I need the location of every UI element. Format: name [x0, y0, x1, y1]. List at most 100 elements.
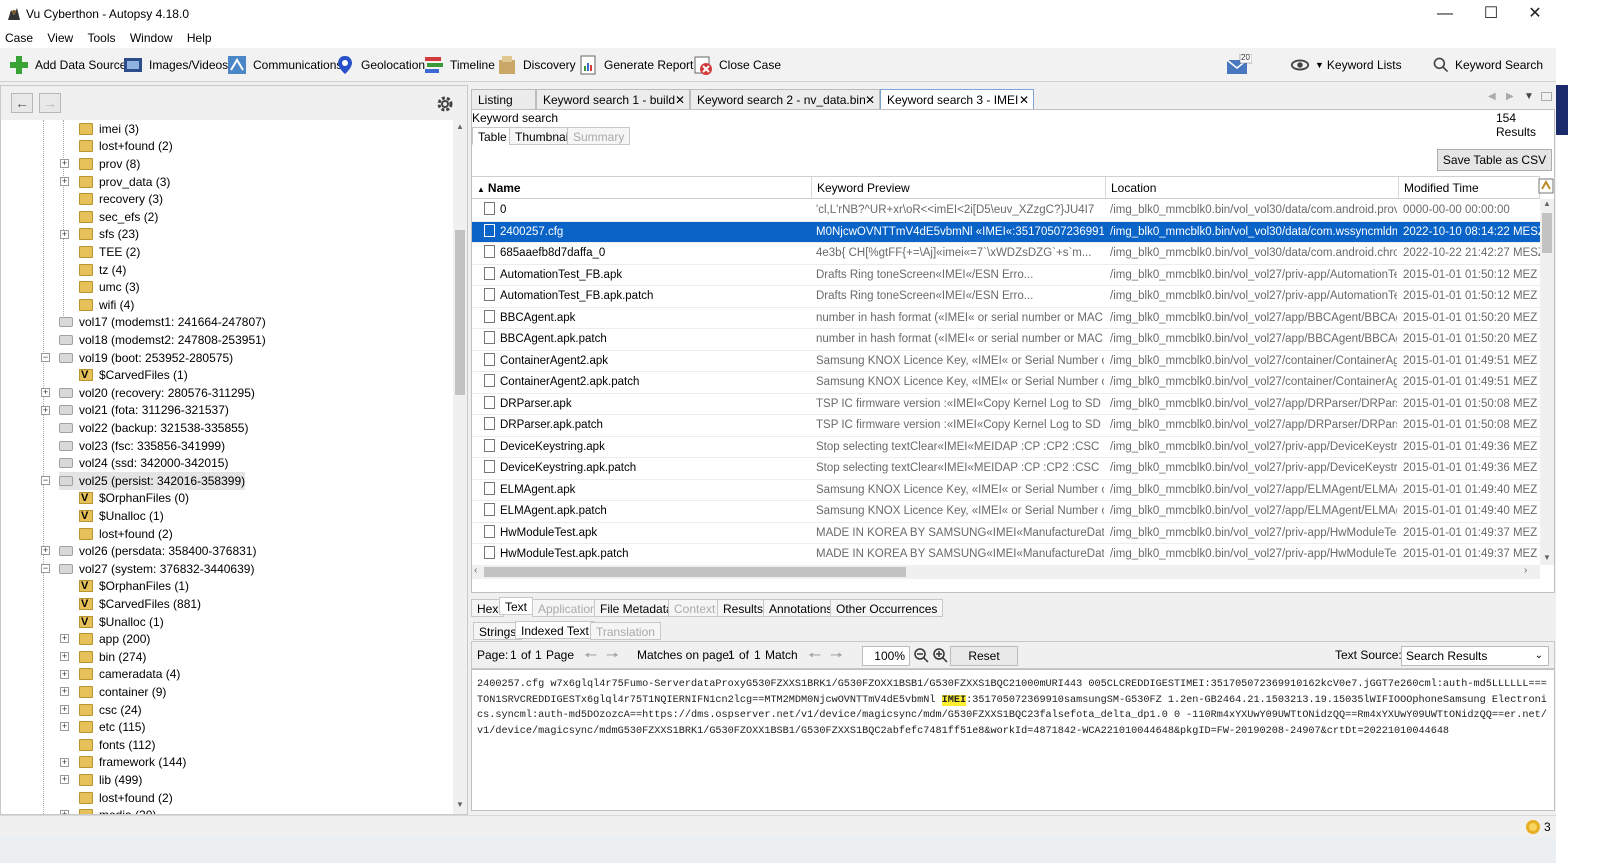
tree-node[interactable]: wifi (4): [79, 296, 134, 314]
table-row[interactable]: ContainerAgent2.apk.patch Samsung KNOX Li…: [472, 372, 1540, 394]
expand-icon[interactable]: +: [41, 405, 50, 415]
collapse-icon[interactable]: −: [41, 352, 50, 362]
expand-icon[interactable]: +: [60, 757, 69, 767]
tree-node[interactable]: recovery (3): [79, 190, 163, 208]
viewer-tab-other-occurrences[interactable]: Other Occurrences: [830, 599, 944, 617]
expand-icon[interactable]: +: [41, 546, 50, 556]
tree-node[interactable]: container (9): [79, 683, 166, 701]
menu-help[interactable]: Help: [182, 28, 218, 45]
images-videos-button[interactable]: Images/Videos: [122, 48, 228, 82]
expand-icon[interactable]: +: [41, 388, 50, 397]
column-keyword-preview[interactable]: Keyword Preview: [812, 177, 1106, 199]
close-tab-icon[interactable]: ✕: [865, 93, 875, 107]
zoom-field[interactable]: 100%: [862, 646, 910, 666]
prev-match-icon[interactable]: 🠔: [808, 645, 821, 670]
table-row[interactable]: AutomationTest_FB.apk.patch Drafts Ring t…: [472, 286, 1540, 308]
tree-node[interactable]: TEE (2): [79, 243, 140, 261]
zoom-in-icon[interactable]: [932, 647, 948, 663]
tree-node[interactable]: prov (8): [79, 155, 140, 173]
table-row[interactable]: DRParser.apk TSP IC firmware version :«IM…: [472, 394, 1540, 415]
tree-node[interactable]: media (20): [79, 806, 156, 814]
close-tab-icon[interactable]: ✕: [1019, 93, 1029, 107]
expand-icon[interactable]: +: [60, 669, 69, 679]
table-row[interactable]: ELMAgent.apk.patch Samsung KNOX Licence K…: [472, 501, 1540, 523]
tree-node[interactable]: $Unalloc (1): [79, 507, 164, 525]
horizontal-scroll-thumb[interactable]: [484, 567, 906, 577]
minimize-button[interactable]: —: [1422, 0, 1468, 28]
menu-case[interactable]: Case: [0, 28, 39, 45]
expand-icon[interactable]: +: [60, 634, 69, 644]
tree-node[interactable]: vol23 (fsc: 335856-341999): [59, 437, 225, 455]
scroll-down-icon[interactable]: ▼: [456, 800, 464, 809]
menu-tools[interactable]: Tools: [83, 28, 122, 45]
table-horizontal-scrollbar[interactable]: ‹ ›: [472, 565, 1540, 579]
tab-listing[interactable]: Listing: [471, 89, 536, 109]
tree-node[interactable]: $CarvedFiles (881): [79, 595, 201, 613]
table-row[interactable]: BBCAgent.apk.patch number in hash format …: [472, 329, 1540, 351]
tree-node[interactable]: fonts (112): [79, 736, 155, 754]
next-match-icon[interactable]: 🠖: [830, 645, 843, 670]
table-row[interactable]: 685aaefb8d7daffa_0 4e3b{ CH[%gtFF{+=\Aj]«…: [472, 243, 1540, 265]
close-case-button[interactable]: Close Case: [692, 48, 781, 82]
tree-node[interactable]: vol22 (backup: 321538-335855): [59, 419, 248, 437]
viewer-tab-annotations[interactable]: Annotations: [763, 599, 839, 617]
geolocation-button[interactable]: Geolocation: [334, 48, 425, 82]
tree-node[interactable]: vol19 (boot: 253952-280575): [59, 349, 233, 367]
tab-keyword-search-1[interactable]: Keyword search 1 - build ✕: [536, 89, 690, 109]
maximize-button[interactable]: ☐: [1468, 0, 1514, 28]
tree-node[interactable]: app (200): [79, 630, 150, 648]
tree-node[interactable]: lost+found (2): [79, 138, 173, 156]
table-row[interactable]: DRParser.apk.patch TSP IC firmware versio…: [472, 415, 1540, 437]
tree-node[interactable]: bin (274): [79, 648, 146, 666]
table-row[interactable]: 0 'cl,L'rNB?^UR+xr\oR<<imEI<2i[D5\euv_XZz…: [472, 200, 1540, 222]
table-row[interactable]: HwModuleTest.apk MADE IN KOREA BY SAMSUNG…: [472, 523, 1540, 544]
back-button[interactable]: ←: [11, 93, 33, 113]
tree-node[interactable]: $Unalloc (1): [79, 613, 164, 631]
tab-scroll-left-icon[interactable]: ◀: [1488, 91, 1496, 102]
tree-node[interactable]: sec_efs (2): [79, 208, 158, 226]
column-chooser-icon[interactable]: [1538, 177, 1554, 195]
table-row[interactable]: DeviceKeystring.apk Stop selecting textCl…: [472, 437, 1540, 458]
tree-node[interactable]: vol24 (ssd: 342000-342015): [59, 454, 228, 472]
zoom-out-icon[interactable]: [913, 647, 929, 663]
expand-icon[interactable]: +: [60, 652, 69, 661]
subtab-table[interactable]: Table: [472, 127, 513, 145]
communications-button[interactable]: Communications: [226, 48, 342, 82]
scroll-up-icon[interactable]: ▲: [456, 122, 464, 131]
tree-node[interactable]: prov_data (3): [79, 173, 170, 191]
expand-icon[interactable]: +: [60, 229, 69, 239]
tree-node[interactable]: vol17 (modemst1: 241664-247807): [59, 314, 266, 332]
tree-node[interactable]: cameradata (4): [79, 666, 180, 684]
collapse-icon[interactable]: −: [41, 564, 50, 573]
discovery-button[interactable]: Discovery: [496, 48, 576, 82]
generate-report-button[interactable]: Generate Report: [577, 48, 693, 82]
expand-icon[interactable]: +: [60, 704, 69, 714]
collapse-icon[interactable]: −: [41, 476, 50, 485]
tab-scroll-right-icon[interactable]: ▶: [1506, 91, 1514, 102]
tree-scrollbar-thumb[interactable]: [455, 230, 465, 395]
tree-node[interactable]: etc (115): [79, 718, 145, 736]
indexed-text-content[interactable]: 2400257.cfg w7x6glql4r75Fumo-ServerdataP…: [471, 669, 1555, 811]
table-row[interactable]: 2400257.cfg M0NjcwOVNTTmV4dE5vbmNl «IMEI«…: [472, 221, 1540, 243]
prev-page-icon[interactable]: 🠔: [584, 645, 597, 670]
tree-node[interactable]: vol25 (persist: 342016-358399): [59, 472, 246, 490]
column-modified-time[interactable]: Modified Time: [1399, 177, 1540, 199]
tree-node[interactable]: lost+found (2): [79, 525, 173, 543]
tree-node[interactable]: vol26 (persdata: 358400-376831): [59, 542, 256, 560]
tree-node[interactable]: vol21 (fota: 311296-321537): [59, 402, 229, 420]
tab-keyword-search-2[interactable]: Keyword search 2 - nv_data.bin ✕: [690, 89, 880, 109]
tree-node[interactable]: imei (3): [79, 120, 139, 138]
tree-node[interactable]: framework (144): [79, 754, 186, 772]
scroll-left-icon[interactable]: ‹: [474, 565, 477, 576]
expand-icon[interactable]: +: [60, 176, 69, 186]
next-page-icon[interactable]: 🠖: [606, 645, 619, 670]
tree-node[interactable]: lib (499): [79, 771, 142, 789]
viewer-tab-text[interactable]: Text: [499, 597, 534, 615]
table-row[interactable]: AutomationTest_FB.apk Drafts Ring toneScr…: [472, 265, 1540, 286]
tree-node[interactable]: vol27 (system: 376832-3440639): [59, 560, 254, 578]
tab-list-dropdown-icon[interactable]: ▼: [1524, 91, 1534, 102]
tree-node[interactable]: lost+found (2): [79, 789, 173, 807]
table-vertical-scrollbar[interactable]: ▲ ▼: [1540, 199, 1554, 565]
scroll-down-icon[interactable]: ▼: [1543, 553, 1551, 562]
vertical-scroll-thumb[interactable]: [1542, 213, 1552, 253]
